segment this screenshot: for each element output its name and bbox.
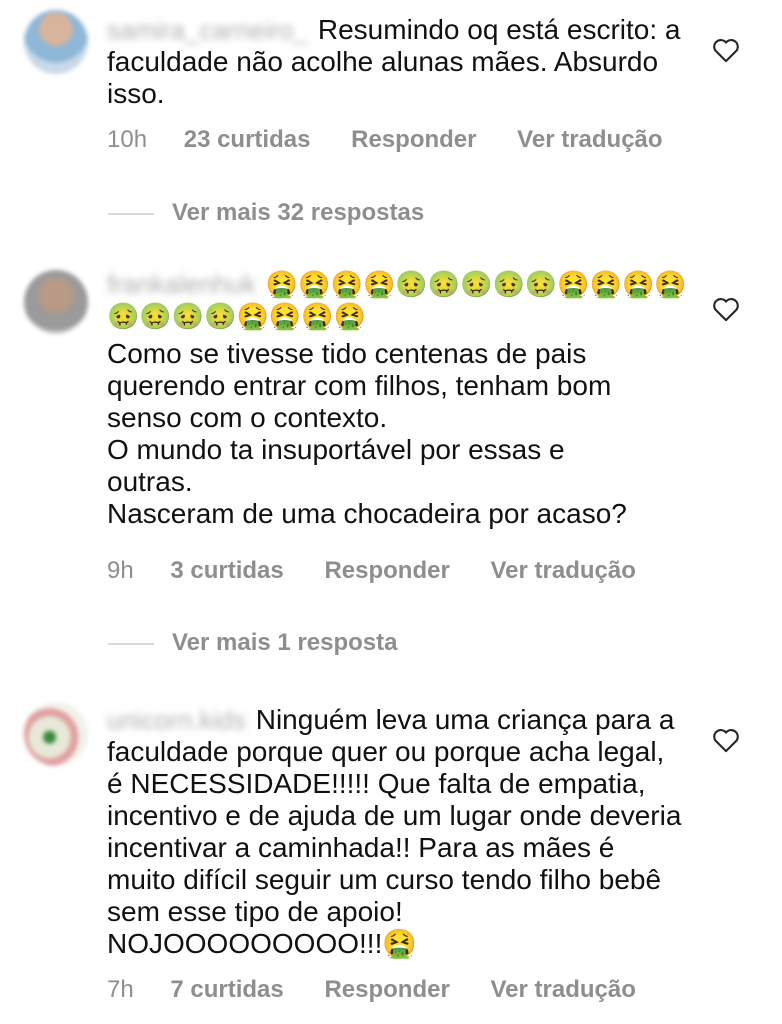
comment-line: Nasceram de uma chocadeira por acaso? — [107, 498, 627, 529]
view-more-replies-label: Ver mais 32 respostas — [172, 199, 425, 226]
avatar[interactable] — [24, 270, 88, 334]
view-more-replies-button[interactable]: Ver mais 1 resposta — [108, 629, 397, 657]
avatar[interactable] — [24, 10, 88, 74]
comment-meta: 9h 3 curtidas Responder Ver tradução — [107, 557, 670, 585]
comment-text: Como se tivesse tido centenas de pais qu… — [107, 338, 697, 530]
comment-line: O mundo ta insuportável por essas e — [107, 434, 565, 465]
comment-line: senso com o contexto. — [107, 402, 388, 433]
divider-line — [108, 212, 154, 215]
comment-username[interactable]: frankalenhuk — [107, 268, 256, 300]
translate-button[interactable]: Ver tradução — [517, 126, 662, 153]
likes-count[interactable]: 7 curtidas — [170, 976, 283, 1003]
comment-time: 7h — [107, 976, 134, 1003]
comment-line: querendo entrar com filhos, tenham bom — [107, 370, 612, 401]
translate-button[interactable]: Ver tradução — [490, 557, 635, 584]
reply-button[interactable]: Responder — [351, 126, 476, 153]
likes-count[interactable]: 3 curtidas — [170, 557, 283, 584]
heart-icon[interactable] — [712, 296, 740, 322]
comment-time: 9h — [107, 557, 134, 584]
comment-line: Como se tivesse tido centenas de pais — [107, 338, 587, 369]
avatar[interactable] — [24, 702, 88, 766]
reply-button[interactable]: Responder — [324, 976, 449, 1003]
heart-icon[interactable] — [712, 37, 740, 63]
comment-body: samira_carneiro_ Resumindo oq está escrit… — [107, 14, 697, 110]
comment-meta: 10h 23 curtidas Responder Ver tradução — [107, 126, 697, 154]
comment-line: outras. — [107, 466, 193, 497]
comment-body: frankalenhuk 🤮🤮🤮🤮🤢🤢🤢🤢🤢🤮🤮🤮🤮🤢🤢🤢🤢🤮🤮🤮🤮 Como s… — [107, 268, 697, 530]
comment-time: 10h — [107, 126, 148, 153]
likes-count[interactable]: 23 curtidas — [184, 126, 311, 153]
comment-text: Ninguém leva uma criança para a faculdad… — [107, 704, 682, 959]
view-more-replies-button[interactable]: Ver mais 32 respostas — [108, 199, 424, 227]
reply-button[interactable]: Responder — [324, 557, 449, 584]
heart-icon[interactable] — [712, 727, 740, 753]
comment-username[interactable]: samira_carneiro_ — [107, 14, 308, 46]
view-more-replies-label: Ver mais 1 resposta — [172, 629, 398, 656]
divider-line — [108, 642, 154, 645]
comment-meta: 7h 7 curtidas Responder Ver tradução — [107, 976, 670, 1004]
comment-username[interactable]: unicorn.kids — [107, 704, 246, 736]
translate-button[interactable]: Ver tradução — [490, 976, 635, 1003]
comment-body: unicorn.kids Ninguém leva uma criança par… — [107, 704, 682, 960]
